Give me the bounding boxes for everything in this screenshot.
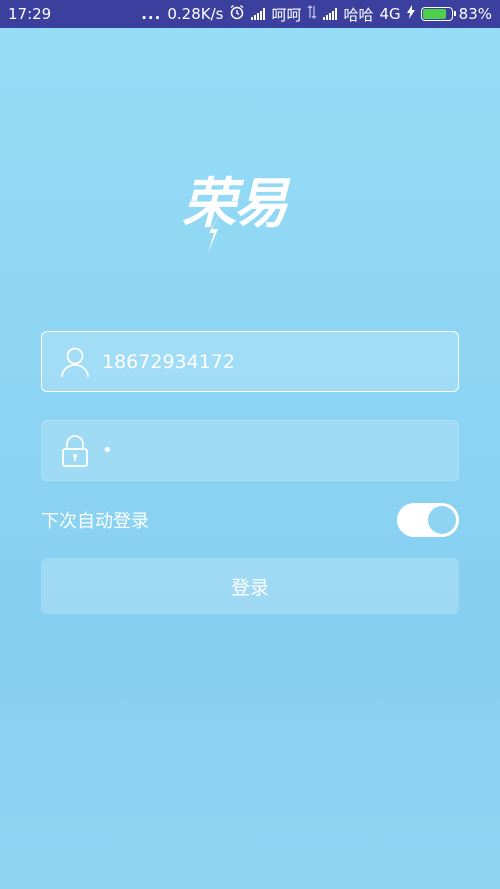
toggle-knob [428,506,456,534]
carrier2-label: 哈哈 [343,5,374,24]
lock-icon [48,434,102,468]
status-left: 17:29 [8,5,51,23]
login-button[interactable]: 登录 [41,558,459,614]
carrier1-label: 呵呵 [271,5,302,24]
network-type: 4G [379,5,401,23]
status-dots: ... [141,5,162,23]
password-input[interactable]: • [102,440,113,461]
battery-icon [420,7,456,21]
auto-login-toggle[interactable] [397,503,459,537]
username-field[interactable] [41,331,459,392]
user-icon [48,346,102,378]
signal-icon-2 [323,8,338,20]
auto-login-row: 下次自动登录 [41,503,459,537]
password-field[interactable]: • [41,420,459,481]
charging-icon [406,5,415,23]
lightning-bolt-icon [206,213,222,257]
status-bar: 17:29 ... 0.28K/s 呵呵 哈哈 4G 83% [0,0,500,28]
data-arrows-icon [307,5,317,23]
network-speed: 0.28K/s [167,5,224,23]
auto-login-label: 下次自动登录 [41,511,149,532]
app-logo: 荣易 [178,155,323,255]
battery-percent: 83% [458,5,492,23]
logo-text: 荣易 [182,172,288,235]
alarm-icon [229,4,245,24]
status-right: ... 0.28K/s 呵呵 哈哈 4G 83% [141,4,492,25]
status-time: 17:29 [8,5,52,23]
username-input[interactable] [102,350,458,373]
signal-icon [251,8,266,20]
